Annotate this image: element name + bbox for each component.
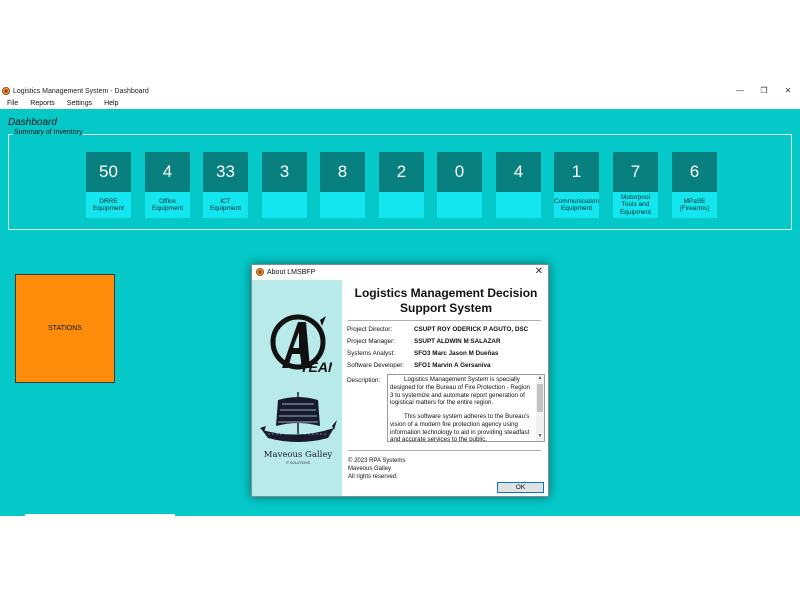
galley-name: Maveous Galley bbox=[263, 450, 333, 460]
description-text: Logistics Management System is specially… bbox=[390, 376, 535, 442]
credit-row-analyst: Systems Analyst: SFO3 Marc Jason M Dueña… bbox=[347, 350, 547, 357]
inventory-tile-6[interactable]: 2 bbox=[379, 152, 424, 218]
description-paragraph-2: This software system adheres to the Bure… bbox=[390, 413, 530, 442]
galley-ship-logo bbox=[260, 392, 337, 442]
a-team-logo-letter: A bbox=[274, 370, 275, 373]
tile-label bbox=[437, 192, 482, 218]
maximize-button[interactable]: ❐ bbox=[752, 84, 776, 98]
title-bar: Logistics Management System - Dashboard … bbox=[0, 84, 800, 98]
about-dialog: About LMSBFP ✕ TEAM A Maveous Galley bbox=[251, 264, 549, 497]
menu-help[interactable]: Help bbox=[97, 100, 123, 107]
scroll-thumb[interactable] bbox=[537, 384, 543, 412]
a-team-logo: TEAM A bbox=[270, 314, 332, 375]
a-team-logo-text: TEAM bbox=[300, 359, 332, 375]
credit-key: Project Manager: bbox=[347, 338, 395, 345]
scroll-down-icon[interactable]: ▼ bbox=[536, 433, 544, 441]
stations-button[interactable]: STATIONS bbox=[15, 274, 115, 383]
main-window: Logistics Management System - Dashboard … bbox=[0, 84, 800, 516]
tile-count: 2 bbox=[379, 152, 424, 192]
tile-label: Motorpool Tools and Equipment bbox=[613, 192, 658, 218]
inventory-tile-5[interactable]: 8 bbox=[320, 152, 365, 218]
description-textbox[interactable]: Logistics Management System is specially… bbox=[387, 374, 545, 442]
tile-label: DRRE Equipment bbox=[86, 192, 131, 218]
tile-label bbox=[320, 192, 365, 218]
application-name: Logistics Management Decision Support Sy… bbox=[346, 286, 546, 315]
inventory-summary-label: Summary of Inventory bbox=[13, 129, 84, 136]
inventory-tile-ict[interactable]: 33 ICT Equipment bbox=[203, 152, 248, 218]
divider bbox=[348, 450, 541, 451]
tile-count: 0 bbox=[437, 152, 482, 192]
tile-count: 1 bbox=[554, 152, 599, 192]
credit-key: Project Director: bbox=[347, 326, 393, 333]
credit-value: SFO1 Marvin A Gersaniva bbox=[414, 362, 491, 369]
description-label: Description: bbox=[347, 377, 381, 384]
inventory-summary-group: Summary of Inventory 50 DRRE Equipment 4… bbox=[8, 129, 792, 230]
tile-count: 50 bbox=[86, 152, 131, 192]
inventory-tile-mpase[interactable]: 6 MPaSE (Firearms) bbox=[672, 152, 717, 218]
inventory-tile-8[interactable]: 4 bbox=[496, 152, 541, 218]
tile-label: Communication Equipment bbox=[554, 192, 599, 218]
tile-count: 3 bbox=[262, 152, 307, 192]
dialog-logo-panel: TEAM A Maveous Galley IT SOLUTIONS bbox=[252, 280, 342, 496]
minimize-button[interactable]: — bbox=[728, 84, 752, 98]
tile-label bbox=[262, 192, 307, 218]
tile-count: 33 bbox=[203, 152, 248, 192]
dialog-close-button[interactable]: ✕ bbox=[535, 266, 543, 277]
inventory-tile-communication[interactable]: 1 Communication Equipment bbox=[554, 152, 599, 218]
tile-label: ICT Equipment bbox=[203, 192, 248, 218]
scroll-up-icon[interactable]: ▲ bbox=[536, 375, 544, 383]
rights-text: All rights reserved. bbox=[348, 474, 398, 480]
inventory-tile-office[interactable]: 4 Office Equipment bbox=[145, 152, 190, 218]
credit-value: SSUPT ALDWIN M SALAZAR bbox=[414, 338, 501, 345]
tile-count: 8 bbox=[320, 152, 365, 192]
credit-key: Software Developer: bbox=[347, 362, 405, 369]
tile-count: 4 bbox=[145, 152, 190, 192]
tile-count: 6 bbox=[672, 152, 717, 192]
galley-subtitle: IT SOLUTIONS bbox=[285, 461, 311, 465]
company-text: Maveous Galley bbox=[348, 466, 392, 472]
window-title: Logistics Management System - Dashboard bbox=[13, 87, 149, 95]
credit-value: CSUPT ROY ODERICK P AGUTO, DSC bbox=[414, 326, 529, 333]
credit-value: SFO3 Marc Jason M Dueñas bbox=[414, 350, 499, 357]
tile-label bbox=[379, 192, 424, 218]
app-name-line-1: Logistics Management Decision bbox=[354, 286, 538, 300]
dialog-title-bar: About LMSBFP ✕ bbox=[252, 265, 548, 279]
app-name-line-2: Support System bbox=[399, 300, 492, 315]
tile-label: Office Equipment bbox=[145, 192, 190, 218]
inventory-tile-7[interactable]: 0 bbox=[437, 152, 482, 218]
tile-label bbox=[496, 192, 541, 218]
close-button[interactable]: ✕ bbox=[776, 84, 800, 98]
credit-row-manager: Project Manager: SSUPT ALDWIN M SALAZAR bbox=[347, 338, 547, 345]
menu-reports[interactable]: Reports bbox=[23, 100, 60, 107]
credit-row-developer: Software Developer: SFO1 Marvin A Gersan… bbox=[347, 362, 547, 369]
page-title: Dashboard bbox=[8, 117, 57, 128]
tile-count: 4 bbox=[496, 152, 541, 192]
copyright-text: © 2023 RPA Systems bbox=[348, 458, 406, 464]
app-logo-icon bbox=[2, 87, 10, 95]
menu-bar: File Reports Settings Help bbox=[0, 98, 800, 109]
inventory-tile-motorpool[interactable]: 7 Motorpool Tools and Equipment bbox=[613, 152, 658, 218]
credit-key: Systems Analyst: bbox=[347, 350, 395, 357]
ok-button[interactable]: OK bbox=[497, 482, 544, 493]
divider bbox=[348, 320, 541, 321]
inventory-tile-4[interactable]: 3 bbox=[262, 152, 307, 218]
credit-row-director: Project Director: CSUPT ROY ODERICK P AG… bbox=[347, 326, 547, 333]
inventory-tile-drre[interactable]: 50 DRRE Equipment bbox=[86, 152, 131, 218]
dialog-content: Logistics Management Decision Support Sy… bbox=[342, 280, 548, 496]
divider bbox=[25, 514, 175, 516]
app-logo-icon bbox=[256, 268, 264, 276]
menu-settings[interactable]: Settings bbox=[60, 100, 97, 107]
description-paragraph-1: Logistics Management System is specially… bbox=[390, 376, 530, 407]
menu-file[interactable]: File bbox=[0, 100, 23, 107]
dialog-title: About LMSBFP bbox=[267, 268, 316, 276]
tile-count: 7 bbox=[613, 152, 658, 192]
tile-label: MPaSE (Firearms) bbox=[672, 192, 717, 218]
description-scrollbar[interactable]: ▲ ▼ bbox=[536, 375, 544, 441]
